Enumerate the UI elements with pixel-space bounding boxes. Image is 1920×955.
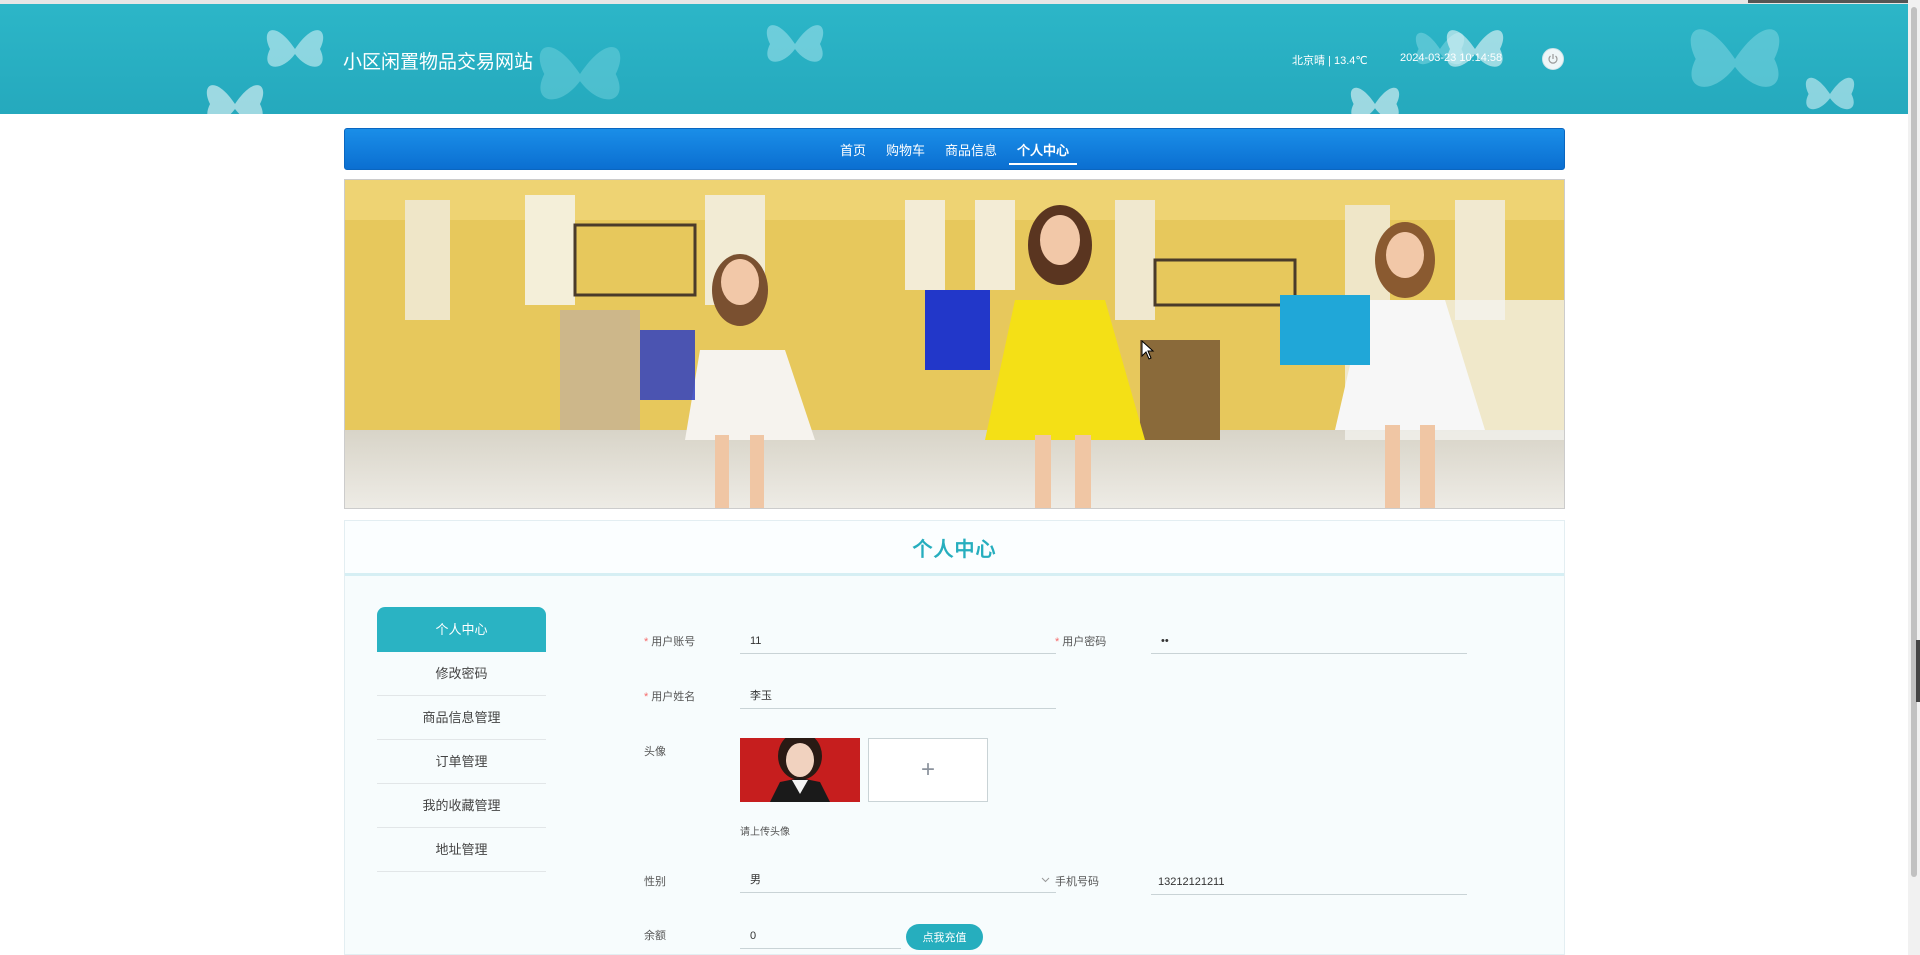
gender-select[interactable]: 男 — [740, 867, 1056, 893]
butterfly-decoration — [1690, 29, 1780, 87]
main-nav: 首页 购物车 商品信息 个人中心 — [344, 128, 1565, 170]
side-item-product-management[interactable]: 商品信息管理 — [377, 696, 546, 740]
banner-image — [344, 179, 1565, 509]
side-item-order-management[interactable]: 订单管理 — [377, 740, 546, 784]
avatar-upload-button[interactable]: + — [868, 738, 988, 802]
name-input[interactable]: 李玉 — [740, 683, 1056, 709]
section-header: 个人中心 — [345, 521, 1564, 576]
side-handle[interactable] — [1916, 640, 1920, 702]
nav-item-products[interactable]: 商品信息 — [937, 134, 1005, 165]
account-input[interactable]: 11 — [740, 628, 1056, 654]
top-indicator — [1748, 0, 1908, 3]
current-datetime: 2024-03-23 10:14:58 — [1400, 52, 1503, 64]
weather-info: 北京晴 | 13.4℃ — [1292, 55, 1368, 67]
phone-input[interactable]: 13212121211 — [1151, 869, 1467, 895]
site-title: 小区闲置物品交易网站 — [343, 52, 534, 73]
butterfly-decoration — [766, 25, 824, 62]
side-item-change-password[interactable]: 修改密码 — [377, 652, 546, 696]
side-menu: 个人中心 修改密码 商品信息管理 订单管理 我的收藏管理 地址管理 — [377, 607, 546, 872]
shopping-girls-photo — [345, 180, 1564, 508]
logout-button[interactable] — [1542, 48, 1564, 70]
butterfly-decoration — [206, 85, 264, 114]
avatar-hint: 请上传头像 — [740, 827, 790, 838]
nav-item-cart[interactable]: 购物车 — [878, 134, 933, 165]
password-label: * 用户密码 — [1055, 636, 1107, 648]
side-item-favorites-management[interactable]: 我的收藏管理 — [377, 784, 546, 828]
name-label: * 用户姓名 — [644, 691, 696, 703]
avatar-image[interactable] — [740, 738, 860, 802]
butterfly-decoration — [1350, 87, 1400, 114]
scrollbar-thumb[interactable] — [1911, 7, 1917, 877]
section-title: 个人中心 — [912, 538, 997, 561]
account-label: * 用户账号 — [644, 636, 696, 648]
butterfly-decoration — [539, 46, 621, 100]
password-input[interactable]: •• — [1151, 628, 1467, 654]
site-header: 小区闲置物品交易网站 北京晴 | 13.4℃ 2024-03-23 10:14:… — [0, 4, 1908, 114]
butterfly-decoration — [1446, 30, 1504, 67]
side-item-profile[interactable]: 个人中心 — [377, 607, 546, 652]
gender-label: 性别 — [644, 876, 666, 888]
avatar-label: 头像 — [644, 746, 666, 758]
mouse-cursor-icon — [1141, 340, 1155, 360]
balance-input[interactable]: 0 — [740, 923, 901, 949]
plus-icon: + — [920, 756, 935, 783]
butterfly-decoration — [1805, 77, 1855, 110]
side-item-address-management[interactable]: 地址管理 — [377, 828, 546, 872]
chevron-down-icon — [1041, 877, 1050, 883]
nav-item-profile[interactable]: 个人中心 — [1009, 134, 1078, 165]
recharge-button[interactable]: 点我充值 — [906, 924, 983, 950]
balance-label: 余额 — [644, 930, 666, 942]
avatar-photo — [740, 738, 860, 802]
phone-label: 手机号码 — [1055, 876, 1099, 888]
nav-item-home[interactable]: 首页 — [832, 134, 874, 165]
power-icon — [1548, 54, 1558, 64]
